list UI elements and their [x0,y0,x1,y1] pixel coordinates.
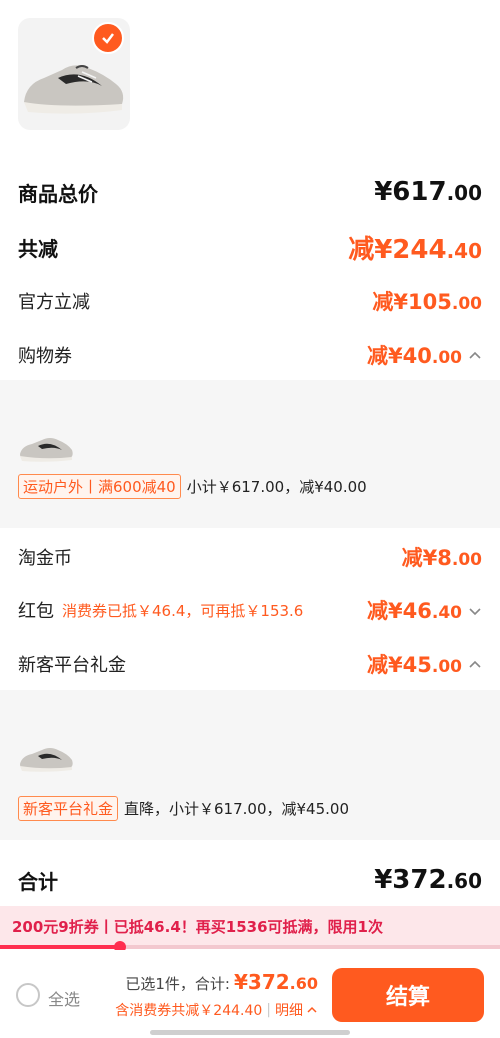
bottom-subtotal-line: 含消费券共减￥244.40 | 明细 [115,1000,318,1020]
bottom-total-dec: .60 [289,974,318,993]
newuser-note: 直降，小计￥617.00，减¥45.00 [124,800,349,818]
promo-progress-fill [0,945,120,949]
bottom-summary: 已选1件，合计: ¥372 .60 [125,970,318,994]
coupon-value: 减¥40.00 [367,340,482,370]
coupon-detail-panel: 运动户外丨满600减40 小计￥617.00，减¥40.00 [0,380,500,528]
chevron-down-icon[interactable] [468,604,482,618]
bottom-total-big: ¥372 [233,970,290,994]
newuser-detail-line: 新客平台礼金 直降，小计￥617.00，减¥45.00 [18,796,349,821]
newuser-row[interactable]: 新客平台礼金 减¥45.00 [18,646,482,682]
checkout-bar: 全选 已选1件，合计: ¥372 .60 含消费券共减￥244.40 | 明细 … [0,950,500,1038]
selected-check-icon[interactable] [92,22,124,54]
divider: | [266,1002,271,1018]
selected-count-text: 已选1件，合计: [125,975,230,993]
hongbao-note: 消费券已抵￥46.4，可再抵￥153.6 [62,601,304,620]
total-price-row: 商品总价 ¥617.00 [18,172,482,212]
mini-shoe-image [20,748,73,772]
chevron-up-icon[interactable] [306,1004,318,1016]
coupon-label: 购物券 [18,346,72,367]
newuser-tag: 新客平台礼金 [18,796,119,821]
promo-text: 200元9折券丨已抵46.4！再买1536可抵满，限用1次 [12,917,383,936]
coupon-tag: 运动户外丨满600减40 [18,474,181,499]
total-discount-row: 共减 减¥244.40 [18,227,482,267]
coupon-note: 小计￥617.00，减¥40.00 [186,478,367,496]
hongbao-row[interactable]: 红包 消费券已抵￥46.4，可再抵￥153.6 减¥46.40 [18,592,482,628]
taojinbi-label: 淘金币 [18,548,72,569]
coupon-detail-line: 运动户外丨满600减40 小计￥617.00，减¥40.00 [18,474,367,499]
taojinbi-value: 减¥8.00 [401,546,482,570]
official-discount-value: 减¥105.00 [372,290,482,314]
hongbao-value: 减¥46.40 [367,595,482,625]
detail-link[interactable]: 明细 [275,1000,303,1020]
taojinbi-row: 淘金币 减¥8.00 [18,539,482,575]
hongbao-label: 红包 [18,601,54,622]
newuser-value: 减¥45.00 [367,649,482,679]
newuser-detail-panel: 新客平台礼金 直降，小计￥617.00，减¥45.00 [0,690,500,840]
newuser-label: 新客平台礼金 [18,655,126,676]
home-indicator [150,1030,350,1035]
total-price-value: ¥617.00 [374,177,482,207]
coupon-row[interactable]: 购物券 减¥40.00 [18,337,482,373]
bottom-discount-text: 含消费券共减￥244.40 [115,1003,263,1019]
select-all-radio[interactable] [16,983,40,1007]
select-all-label[interactable]: 全选 [48,986,80,1010]
total-discount-value: 减¥244.40 [348,234,482,265]
chevron-up-icon[interactable] [468,658,482,672]
hongbao-left: 红包 消费券已抵￥46.4，可再抵￥153.6 [18,597,303,623]
chevron-up-icon[interactable] [468,349,482,363]
checkout-button[interactable]: 结算 [332,968,484,1022]
grand-total-label: 合计 [18,869,58,894]
official-discount-row: 官方立减 减¥105.00 [18,283,482,319]
total-discount-label: 共减 [18,236,58,261]
grand-total-row: 合计 ¥372.60 [18,860,482,900]
total-price-label: 商品总价 [18,181,98,206]
grand-total-value: ¥372.60 [374,865,482,895]
promo-banner[interactable]: 200元9折券丨已抵46.4！再买1536可抵满，限用1次 [0,906,500,946]
official-discount-label: 官方立减 [18,292,90,313]
mini-shoe-image [20,438,73,462]
